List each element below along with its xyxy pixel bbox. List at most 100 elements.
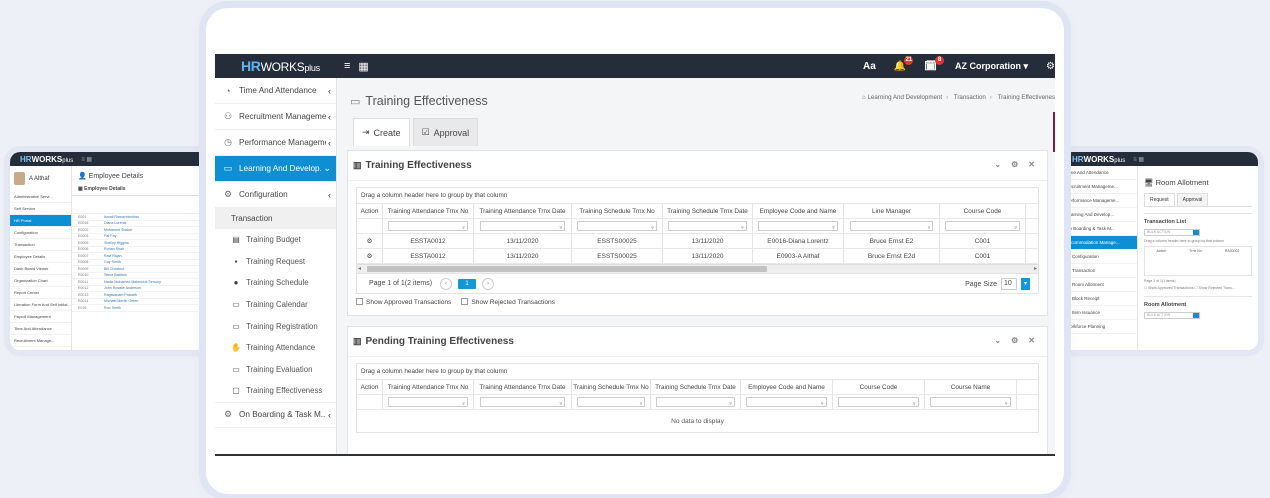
thumb-nav-item[interactable]: Room Allotment xyxy=(1062,278,1137,292)
filter-input[interactable]: ▿ xyxy=(479,221,566,231)
filter-icon[interactable]: ▿ xyxy=(462,225,465,231)
filter-icon[interactable]: ▿ xyxy=(651,225,654,231)
tab-approval[interactable]: Approval xyxy=(1176,193,1209,206)
bulk-action-select[interactable]: BULK ACTION xyxy=(1144,229,1200,236)
page-size-input[interactable]: 10 xyxy=(1001,278,1017,290)
scroll-left-icon[interactable]: ◂ xyxy=(358,265,361,272)
column-header[interactable]: Training Attendance Trnx No xyxy=(383,380,474,394)
employee-link[interactable]: Rohan Shah xyxy=(104,247,124,251)
filter-icon[interactable]: ▿ xyxy=(741,225,744,231)
chevron-down-icon[interactable]: ▾ xyxy=(1021,278,1030,290)
column-header[interactable]: Employee Code and Name xyxy=(741,380,833,394)
employee-link[interactable]: Ron Smith xyxy=(104,306,121,310)
thumb-nav-item[interactable]: Self Service xyxy=(10,203,71,215)
sidebar-item-onboarding[interactable]: ⚙ On Boarding & Task M... ‹ xyxy=(215,401,336,428)
current-page-button[interactable]: 1 xyxy=(458,278,477,289)
thumb-nav-item[interactable]: Payroll Management xyxy=(10,311,71,323)
column-header[interactable]: Action xyxy=(357,204,383,218)
thumb-nav-item[interactable]: Block Receipt xyxy=(1062,292,1137,306)
scroll-right-icon[interactable]: ▸ xyxy=(1034,265,1037,272)
column-header[interactable]: Training Attendance Trnx Date xyxy=(474,380,572,394)
filter-input[interactable]: ▿ xyxy=(576,397,646,407)
sidebar-item-transaction[interactable]: Transaction xyxy=(215,208,336,229)
column-header[interactable]: Training Attendance Trnx No xyxy=(383,204,474,218)
filter-icon[interactable]: ▿ xyxy=(821,401,824,407)
employee-link[interactable]: John Rosalie Anderson xyxy=(104,286,141,290)
thumb-nav-item[interactable]: Time And Attendance xyxy=(1062,166,1137,180)
column-header[interactable]: Training Schedule Trnx Date xyxy=(651,380,741,394)
column-header[interactable]: Training Schedule Trnx No xyxy=(572,380,651,394)
thumb-nav-item[interactable]: Configuration xyxy=(10,227,71,239)
filter-icon[interactable]: ▿ xyxy=(560,225,563,231)
filter-input[interactable]: ▿ xyxy=(746,397,827,407)
sidebar-subitem[interactable]: ▪ Training Request xyxy=(215,251,336,273)
column-header[interactable]: Employee Code and Name xyxy=(753,204,844,218)
filter-input[interactable]: ▿ xyxy=(849,221,934,231)
thumb-nav-item[interactable]: Literation Form And Self Initial... xyxy=(10,299,71,311)
sidebar-subitem[interactable]: ▤ Training Budget xyxy=(215,229,336,251)
employee-link[interactable]: Ragavanam Prasath xyxy=(104,293,137,297)
sidebar-item-learning[interactable]: ▭ Learning And Develop... ⌄ xyxy=(215,156,336,182)
close-icon[interactable]: ✕ xyxy=(1028,336,1035,345)
filter-input[interactable]: ▿ xyxy=(668,221,747,231)
thumb-nav-item[interactable]: Transaction xyxy=(10,239,71,251)
employee-link[interactable]: Shelley Higgins xyxy=(104,241,129,245)
employee-link[interactable]: Mohamed Shaker xyxy=(104,228,132,232)
tasks-icon[interactable]: 🗓 8 xyxy=(924,55,944,72)
employee-link[interactable]: Steve Baldwin xyxy=(104,273,127,277)
filter-input[interactable]: ▿ xyxy=(388,221,468,231)
filter-icon[interactable]: ▿ xyxy=(832,225,835,231)
thumb-nav-item[interactable]: Accommodation Manage... xyxy=(1062,236,1137,250)
thumb-nav-item[interactable]: Workforce Planning xyxy=(1062,320,1137,334)
thumb-nav-item[interactable]: Recruitment Manage... xyxy=(10,335,71,347)
thumb-nav-item[interactable]: HR Portal xyxy=(10,215,71,227)
column-header[interactable]: Training Schedule Trnx No xyxy=(572,204,663,218)
filter-icon[interactable]: ▿ xyxy=(560,401,563,407)
column-header[interactable]: Training Attendance Trnx Date xyxy=(474,204,572,218)
gear-icon[interactable]: ⚙ xyxy=(1011,160,1018,169)
gear-icon[interactable]: ⚙ xyxy=(1011,336,1018,345)
sidebar-item-performance[interactable]: ◷Performance Manageme...‹ xyxy=(215,130,336,156)
filter-input[interactable]: ▿ xyxy=(838,397,919,407)
scrollbar-thumb[interactable] xyxy=(367,266,767,272)
show-rejected-checkbox[interactable]: Show Rejected Transactions xyxy=(461,298,555,306)
sidebar-subitem[interactable]: ▭ Training Evaluation xyxy=(215,359,336,381)
next-page-button[interactable]: › xyxy=(482,277,495,290)
employee-link[interactable]: Ravi Rajan xyxy=(104,254,122,258)
column-header[interactable]: Line Manager xyxy=(844,204,940,218)
bulk-action-select[interactable]: BULK ACTION xyxy=(1144,312,1200,319)
filter-input[interactable]: ▿ xyxy=(758,221,838,231)
sidebar-subitem[interactable]: ▭ Training Registration xyxy=(215,315,336,337)
thumb-nav-item[interactable]: Time And Attendance xyxy=(10,323,71,335)
employee-link[interactable]: Nadia Mohamed Mahmoud Seroury xyxy=(104,280,161,284)
thumb-nav-item[interactable]: Employee Details xyxy=(10,251,71,263)
thumb-nav-item[interactable]: Learning And Develop... xyxy=(1062,208,1137,222)
minimize-icon[interactable]: ⌄ xyxy=(994,336,1001,345)
close-icon[interactable]: ✕ xyxy=(1028,160,1035,169)
grid-icon[interactable]: ▦ xyxy=(358,60,368,73)
row-action-gear-icon[interactable]: ⚙ xyxy=(357,234,383,248)
notification-bell-icon[interactable]: 🔔 21 xyxy=(894,55,914,72)
sidebar-item-time-attendance[interactable]: ◔ Time And Attendance ‹ xyxy=(215,78,336,104)
thumb-nav-item[interactable]: Dash Board Viewer xyxy=(10,263,71,275)
sidebar-subitem[interactable]: ✋ Training Attendance xyxy=(215,337,336,359)
thumb-nav-item[interactable]: On Boarding & Task M... xyxy=(1062,222,1137,236)
sidebar-item-configuration[interactable]: ⚙ Configuration ‹ xyxy=(215,182,336,208)
font-size-button[interactable]: Aa xyxy=(863,61,876,72)
tab-request[interactable]: Request xyxy=(1144,193,1175,206)
filter-icon[interactable]: ▿ xyxy=(928,225,931,231)
hamburger-icon[interactable]: ≡ xyxy=(344,60,350,72)
thumb-nav-item[interactable]: Administrative Servi... xyxy=(10,191,71,203)
filter-icon[interactable]: ▿ xyxy=(1005,401,1008,407)
thumb-nav-item[interactable]: Organization Chart xyxy=(10,275,71,287)
filter-icon[interactable]: ▿ xyxy=(913,401,916,407)
thumb-nav-item[interactable]: Item Issuance xyxy=(1062,306,1137,320)
minimize-icon[interactable]: ⌄ xyxy=(994,160,1001,169)
column-header[interactable]: Course Name xyxy=(925,380,1017,394)
filter-input[interactable]: ▿ xyxy=(479,397,566,407)
filter-icon[interactable]: ▿ xyxy=(462,401,465,407)
tab-create[interactable]: ⇥ Create xyxy=(353,118,410,146)
filter-icon[interactable]: ▿ xyxy=(640,401,643,407)
show-approved-checkbox[interactable]: Show Approved Transactions xyxy=(356,298,451,306)
employee-link[interactable]: Bill Chestnut xyxy=(104,267,124,271)
